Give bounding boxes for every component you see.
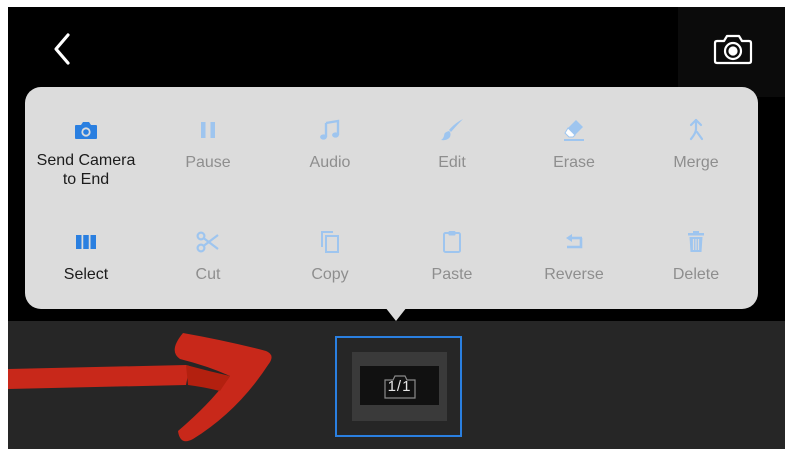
clip-preview: 1/1 [352, 352, 447, 421]
menu-label: Merge [673, 154, 719, 171]
camera-icon [75, 122, 97, 139]
menu-label: Erase [553, 154, 595, 171]
cut-button[interactable]: Cut [147, 229, 269, 284]
menu-label: Paste [431, 266, 473, 283]
pause-icon [201, 122, 215, 138]
brush-icon [441, 119, 463, 141]
paste-button[interactable]: Paste [391, 229, 513, 284]
clip-badge: 1/1 [360, 366, 439, 405]
menu-label: Copy [311, 266, 349, 283]
select-button[interactable]: Select [25, 229, 147, 284]
clipboard-icon [443, 231, 461, 253]
menu-label: Pause [185, 154, 231, 171]
eraser-icon [564, 120, 584, 141]
clip-count-label: 1/1 [387, 378, 412, 395]
music-note-icon [320, 119, 340, 140]
menu-label: Send Camera to End [36, 152, 136, 188]
merge-icon [689, 118, 704, 141]
copy-icon [321, 231, 339, 253]
chevron-left-icon [54, 33, 70, 65]
menu-label: Select [63, 266, 109, 283]
menu-label: Edit [438, 154, 466, 171]
reverse-icon [566, 234, 583, 249]
context-menu: Send Camera to End Pause Audio Edit Eras… [25, 87, 758, 309]
menu-label: Reverse [544, 266, 604, 283]
red-arrow-annotation [8, 333, 272, 442]
audio-button[interactable]: Audio [269, 117, 391, 172]
columns-icon [76, 235, 96, 249]
clip-thumbnail[interactable]: 1/1 [335, 336, 462, 437]
delete-button[interactable]: Delete [635, 229, 757, 284]
menu-label: Audio [309, 154, 351, 171]
menu-label: Cut [195, 266, 221, 283]
pause-button[interactable]: Pause [147, 117, 269, 172]
popup-pointer [385, 307, 407, 321]
back-button[interactable] [46, 29, 82, 69]
menu-label: Delete [672, 266, 720, 283]
erase-button[interactable]: Erase [513, 117, 635, 172]
reverse-button[interactable]: Reverse [513, 229, 635, 284]
send-camera-to-end-button[interactable]: Send Camera to End [25, 117, 147, 189]
top-bar [8, 7, 785, 97]
take-photo-button[interactable] [712, 31, 754, 67]
camera-icon [713, 34, 753, 65]
edit-button[interactable]: Edit [391, 117, 513, 172]
merge-button[interactable]: Merge [635, 117, 757, 172]
scissors-icon [196, 231, 219, 253]
trash-icon [688, 231, 704, 252]
copy-button[interactable]: Copy [269, 229, 391, 284]
